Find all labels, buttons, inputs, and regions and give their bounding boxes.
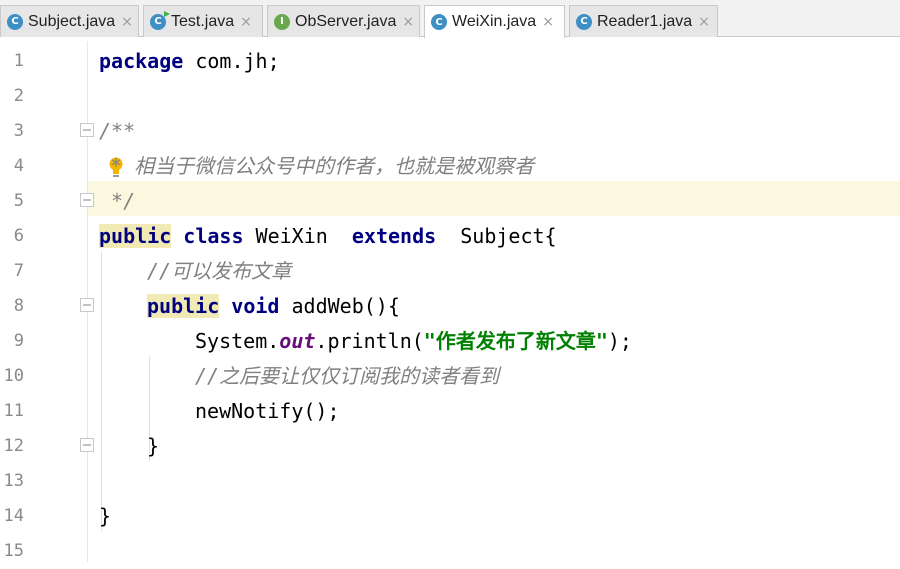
close-icon[interactable]: × — [121, 14, 133, 30]
class-file-icon: C — [7, 13, 23, 30]
editor-tab-bar: C Subject.java × C Test.java × I ObServe… — [0, 0, 900, 38]
keyword: public — [147, 294, 220, 318]
tab-label: Test.java — [171, 12, 235, 30]
close-icon[interactable]: × — [240, 14, 252, 30]
tab-label: Subject.java — [28, 12, 116, 30]
doc-comment: /** — [99, 119, 136, 143]
code-text: ); — [607, 329, 632, 353]
code-editor[interactable]: 1 2 3 4 5 6 7 8 9 10 11 12 13 14 15 pack… — [0, 41, 900, 562]
line-comment: //可以发布文章 — [147, 259, 292, 283]
code-line-9: System.out.println("作者发布了新文章"); — [0, 324, 900, 359]
code-text: newNotify(); — [195, 399, 340, 423]
doc-comment: * 相当于微信公众号中的作者，也就是被观察者 — [110, 154, 535, 178]
class-file-icon: C — [576, 13, 592, 30]
code-text: Subject{ — [436, 224, 557, 248]
code-text: } — [99, 504, 112, 528]
code-line-3: /** — [0, 114, 900, 149]
keyword: package — [99, 49, 184, 73]
code-text: .println( — [315, 329, 424, 353]
code-text: com.jh; — [183, 49, 280, 73]
line-comment: //之后要让仅仅订阅我的读者看到 — [195, 364, 500, 388]
code-line-11: newNotify(); — [0, 394, 900, 429]
interface-file-icon: I — [274, 13, 290, 30]
keyword: void — [231, 294, 280, 318]
close-icon[interactable]: × — [402, 14, 414, 30]
code-line-6: public class WeiXin extends Subject{ — [0, 219, 900, 254]
keyword: class — [183, 224, 244, 248]
string-literal: "作者发布了新文章" — [423, 329, 608, 353]
class-name: WeiXin — [243, 224, 352, 248]
static-field: out — [279, 329, 316, 353]
tab-label: ObServer.java — [295, 12, 397, 30]
tab-observer-java[interactable]: I ObServer.java × — [267, 5, 420, 37]
close-icon[interactable]: × — [698, 14, 710, 30]
tab-subject-java[interactable]: C Subject.java × — [0, 5, 139, 37]
code-text: System. — [195, 329, 280, 353]
code-line-5: */ — [0, 184, 900, 219]
line-number: 2 — [13, 86, 24, 106]
keyword: extends — [351, 224, 437, 248]
class-file-icon: C — [431, 14, 447, 30]
code-line-1: package com.jh; — [0, 44, 900, 79]
run-badge-icon — [164, 10, 170, 17]
code-line-4: * 相当于微信公众号中的作者，也就是被观察者 — [0, 149, 900, 184]
close-icon[interactable]: × — [542, 14, 554, 30]
code-line-14: } — [0, 499, 900, 534]
runnable-class-file-icon: C — [150, 10, 170, 30]
code-line-8: public void addWeb(){ — [0, 289, 900, 324]
tab-test-java[interactable]: C Test.java × — [143, 5, 263, 37]
keyword: public — [99, 224, 172, 248]
tab-label: Reader1.java — [597, 12, 693, 30]
tab-reader1-java[interactable]: C Reader1.java × — [569, 5, 718, 37]
code-line-12: } — [0, 429, 900, 464]
tab-label: WeiXin.java — [452, 13, 537, 30]
line-number: 13 — [3, 471, 24, 491]
line-number: 15 — [3, 541, 24, 561]
code-line-7: //可以发布文章 — [0, 254, 900, 289]
code-text: } — [147, 434, 160, 458]
icon-letter: C — [154, 16, 162, 27]
tab-weixin-java[interactable]: C WeiXin.java × — [424, 5, 565, 38]
doc-comment: */ — [99, 189, 136, 213]
code-text: addWeb(){ — [279, 294, 400, 318]
code-line-10: //之后要让仅仅订阅我的读者看到 — [0, 359, 900, 394]
